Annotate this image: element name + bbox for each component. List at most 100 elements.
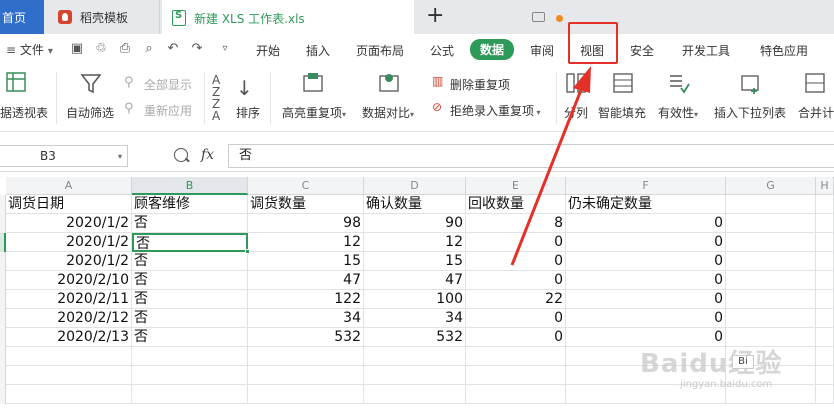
table-cell[interactable]: 0 bbox=[566, 233, 726, 252]
table-cell[interactable]: 532 bbox=[248, 328, 364, 347]
screen-mode-icon[interactable] bbox=[532, 12, 545, 22]
empty-cell[interactable] bbox=[816, 347, 834, 366]
menu-item-formula[interactable]: 公式 bbox=[430, 42, 454, 59]
table-cell[interactable]: 0 bbox=[566, 290, 726, 309]
table-cell[interactable]: 2020/2/10 bbox=[6, 271, 132, 290]
file-menu[interactable]: ≡ 文件 ▾ bbox=[6, 41, 53, 58]
table-cell[interactable]: 100 bbox=[364, 290, 466, 309]
table-cell[interactable]: 否 bbox=[132, 309, 248, 328]
name-box[interactable]: B3 bbox=[0, 145, 128, 167]
empty-cell[interactable] bbox=[248, 347, 364, 366]
column-header-b[interactable]: B bbox=[132, 177, 248, 195]
column-header-c[interactable]: C bbox=[248, 177, 364, 195]
empty-cell[interactable] bbox=[132, 385, 248, 404]
table-cell[interactable]: 0 bbox=[466, 309, 566, 328]
table-cell[interactable]: 0 bbox=[466, 328, 566, 347]
menu-item-data[interactable]: 数据 bbox=[470, 39, 515, 60]
table-cell[interactable]: 否 bbox=[132, 233, 248, 252]
table-cell[interactable]: 98 bbox=[248, 214, 364, 233]
empty-cell[interactable] bbox=[466, 385, 566, 404]
empty-cell[interactable] bbox=[816, 366, 834, 385]
menu-item-start[interactable]: 开始 bbox=[256, 42, 280, 59]
menu-item-special[interactable]: 特色应用 bbox=[760, 42, 808, 59]
table-cell[interactable]: 34 bbox=[248, 309, 364, 328]
formula-input[interactable]: 否 bbox=[228, 144, 834, 168]
header-cell[interactable]: 顾客维修 bbox=[132, 195, 248, 214]
table-cell[interactable]: 2020/1/2 bbox=[6, 252, 132, 271]
table-cell[interactable]: 0 bbox=[566, 271, 726, 290]
fill-handle[interactable] bbox=[245, 249, 250, 254]
table-cell[interactable] bbox=[726, 214, 816, 233]
print-icon[interactable]: ⎙ bbox=[118, 42, 132, 56]
table-cell[interactable]: 否 bbox=[132, 328, 248, 347]
table-cell[interactable]: 122 bbox=[248, 290, 364, 309]
quick-access-dropdown-icon[interactable]: ▿ bbox=[218, 42, 232, 56]
table-cell[interactable]: 12 bbox=[248, 233, 364, 252]
empty-cell[interactable] bbox=[364, 385, 466, 404]
table-cell[interactable] bbox=[816, 214, 834, 233]
table-cell[interactable] bbox=[816, 328, 834, 347]
table-cell[interactable] bbox=[726, 271, 816, 290]
table-cell[interactable] bbox=[816, 290, 834, 309]
redo-icon[interactable]: ↷ bbox=[190, 42, 204, 56]
table-cell[interactable]: 34 bbox=[364, 309, 466, 328]
empty-cell[interactable] bbox=[6, 366, 132, 385]
menu-item-security[interactable]: 安全 bbox=[630, 42, 654, 59]
table-cell[interactable]: 47 bbox=[248, 271, 364, 290]
function-fx-button[interactable]: fx bbox=[201, 147, 214, 163]
table-cell[interactable]: 2020/2/11 bbox=[6, 290, 132, 309]
tab-home[interactable]: 首页 bbox=[0, 0, 44, 34]
table-cell[interactable]: 0 bbox=[566, 214, 726, 233]
header-cell[interactable]: 调货日期 bbox=[6, 195, 132, 214]
table-cell[interactable]: 0 bbox=[466, 271, 566, 290]
format-painter-icon[interactable]: ♲ bbox=[94, 42, 108, 56]
table-cell[interactable]: 0 bbox=[566, 252, 726, 271]
empty-cell[interactable] bbox=[466, 347, 566, 366]
tab-current-file[interactable]: 新建 XLS 工作表.xls bbox=[162, 0, 563, 34]
new-tab-button[interactable]: + bbox=[426, 4, 444, 28]
name-box-dropdown-icon[interactable]: ▾ bbox=[118, 152, 122, 161]
column-header-h[interactable]: H bbox=[816, 177, 834, 195]
table-cell[interactable]: 2020/1/2 bbox=[6, 214, 132, 233]
column-header-g[interactable]: G bbox=[726, 177, 816, 195]
print-preview-icon[interactable]: ⌕ bbox=[142, 42, 156, 56]
table-cell[interactable]: 0 bbox=[466, 233, 566, 252]
table-cell[interactable]: 15 bbox=[364, 252, 466, 271]
empty-cell[interactable] bbox=[132, 366, 248, 385]
column-header-f[interactable]: F bbox=[566, 177, 726, 195]
header-cell[interactable]: 回收数量 bbox=[466, 195, 566, 214]
table-cell[interactable]: 8 bbox=[466, 214, 566, 233]
table-cell[interactable]: 2020/2/13 bbox=[6, 328, 132, 347]
tab-daoke-templates[interactable]: 稻壳模板 bbox=[46, 0, 160, 34]
table-cell[interactable] bbox=[726, 252, 816, 271]
floating-button[interactable]: Bi bbox=[732, 355, 754, 369]
table-cell[interactable]: 12 bbox=[364, 233, 466, 252]
header-cell[interactable]: 确认数量 bbox=[364, 195, 466, 214]
menu-item-insert[interactable]: 插入 bbox=[306, 42, 330, 59]
menu-item-developer[interactable]: 开发工具 bbox=[682, 42, 730, 59]
table-cell[interactable] bbox=[816, 309, 834, 328]
table-cell[interactable] bbox=[816, 271, 834, 290]
table-cell[interactable]: 22 bbox=[466, 290, 566, 309]
column-header-a[interactable]: A bbox=[6, 177, 132, 195]
empty-cell[interactable] bbox=[132, 347, 248, 366]
table-cell[interactable]: 否 bbox=[132, 214, 248, 233]
empty-cell[interactable] bbox=[364, 366, 466, 385]
empty-cell[interactable] bbox=[248, 366, 364, 385]
header-cell[interactable]: 调货数量 bbox=[248, 195, 364, 214]
table-cell[interactable]: 否 bbox=[132, 271, 248, 290]
menu-item-review[interactable]: 审阅 bbox=[530, 42, 554, 59]
table-cell[interactable] bbox=[726, 233, 816, 252]
zoom-search-icon[interactable] bbox=[174, 148, 188, 162]
table-cell[interactable]: 47 bbox=[364, 271, 466, 290]
undo-icon[interactable]: ↶ bbox=[166, 42, 180, 56]
column-header-e[interactable]: E bbox=[466, 177, 566, 195]
table-cell[interactable] bbox=[726, 309, 816, 328]
table-cell[interactable] bbox=[726, 290, 816, 309]
table-cell[interactable]: 0 bbox=[466, 252, 566, 271]
empty-cell[interactable] bbox=[248, 385, 364, 404]
empty-cell[interactable] bbox=[466, 366, 566, 385]
table-cell[interactable]: 0 bbox=[566, 309, 726, 328]
empty-cell[interactable] bbox=[6, 385, 132, 404]
table-cell[interactable]: 2020/2/12 bbox=[6, 309, 132, 328]
